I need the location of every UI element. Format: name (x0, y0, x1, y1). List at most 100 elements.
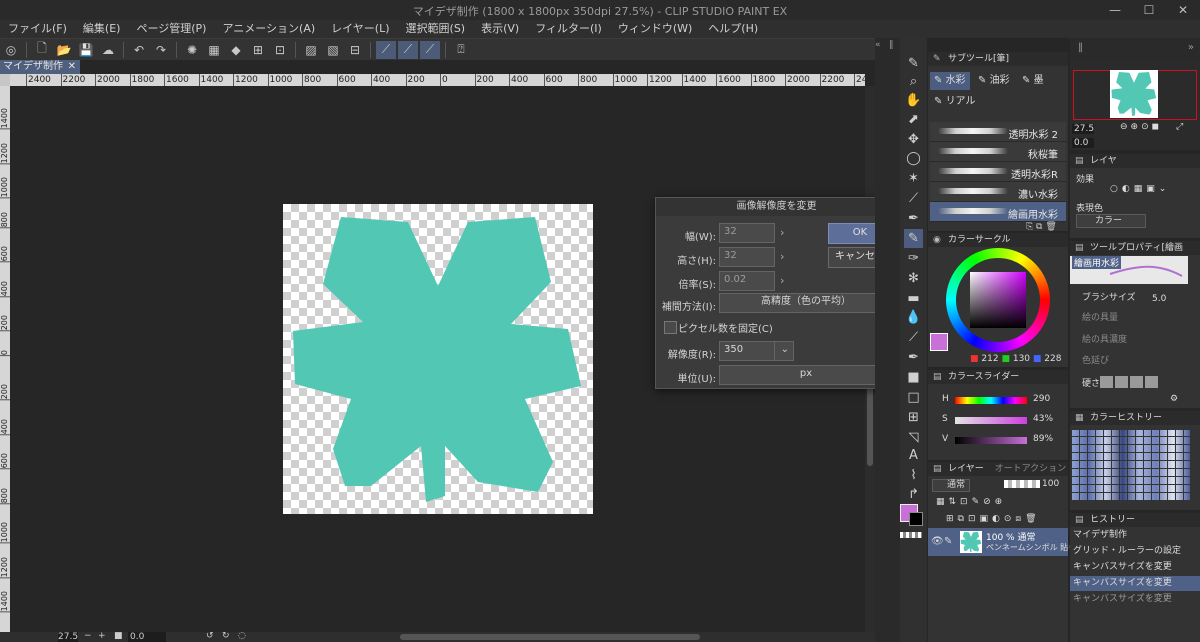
history-item[interactable]: キャンバスサイズを変更 (1070, 576, 1200, 591)
airbrush-icon[interactable]: ✑ (904, 249, 923, 268)
blend-icon[interactable]: 💧 (904, 308, 923, 327)
tab-oil[interactable]: ✎ 油彩 (974, 72, 1014, 90)
height-link-icon[interactable]: › (780, 250, 784, 263)
nav-zoom-icons[interactable]: ⊖⊕⊙◼ (1120, 122, 1162, 132)
hand-tool-icon[interactable]: ✋ (904, 91, 923, 110)
hardness-slider[interactable] (1100, 376, 1160, 388)
figure-icon[interactable]: ■ (904, 368, 923, 387)
layer-tab[interactable]: レイヤー (948, 464, 984, 474)
blend-mode-select[interactable]: 通常 (932, 479, 970, 492)
open-folder-icon[interactable]: 📂 (54, 41, 74, 59)
value-slider[interactable] (955, 437, 1027, 444)
close-button[interactable]: ✕ (1166, 0, 1200, 20)
snap-ruler-icon[interactable]: ⟋ (376, 40, 396, 59)
sub-color-swatch[interactable] (909, 512, 923, 526)
undo-icon[interactable]: ↶ (129, 41, 149, 59)
v-value[interactable]: 89% (1033, 434, 1053, 444)
brush-item[interactable]: 濃い水彩 (930, 182, 1066, 202)
menu-file[interactable]: ファイル(F) (0, 20, 75, 38)
nav-rotation-field[interactable]: 0.0 (1072, 138, 1094, 148)
brush-size-value[interactable]: 5.0 (1152, 294, 1166, 304)
scale-link-icon[interactable]: › (780, 274, 784, 287)
fit-icon[interactable]: ■ (114, 631, 123, 641)
decoration-icon[interactable]: ✻ (904, 269, 923, 288)
fix-pixels-checkbox[interactable] (664, 321, 677, 334)
menu-layer[interactable]: レイヤー(L) (323, 20, 397, 38)
pen-nib-icon[interactable]: ✎ (904, 54, 923, 73)
zoom-out-icon[interactable]: − (84, 631, 92, 641)
deselect-icon[interactable]: ▨ (301, 41, 321, 59)
clip-studio-icon[interactable]: ◎ (1, 41, 21, 59)
opacity-slider[interactable] (1004, 480, 1040, 488)
snap-grid-icon[interactable]: ⟋ (420, 40, 440, 59)
auto-action-tab[interactable]: オートアクション (995, 464, 1067, 474)
clear-outside-icon[interactable]: ▦ (204, 41, 224, 59)
menu-filter[interactable]: フィルター(I) (527, 20, 610, 38)
s-value[interactable]: 43% (1033, 414, 1053, 424)
gradient-icon[interactable]: ✒ (904, 348, 923, 367)
horizontal-scroll-thumb[interactable] (400, 634, 700, 640)
tab-ink[interactable]: ✎ 墨 (1018, 72, 1048, 90)
height-input[interactable]: 32 (719, 247, 775, 267)
color-history-swatches[interactable] (1072, 430, 1190, 500)
navigator-thumbnail[interactable] (1110, 70, 1158, 118)
layer-row[interactable]: 👁 ✎ 100 % 通常 ペンネームシンボル 貼り (928, 528, 1076, 556)
history-item[interactable]: マイデザ制作 (1070, 528, 1200, 543)
brush-item[interactable]: 秋桜筆 (930, 142, 1066, 162)
brush-item[interactable]: 透明水彩R (930, 162, 1066, 182)
visibility-icon[interactable]: 👁 (931, 536, 944, 547)
tool-property-wrench-icon[interactable]: ⚙ (1170, 394, 1178, 404)
resolution-input[interactable]: 350 (719, 341, 780, 361)
interpolation-select[interactable]: 高精度（色の平均） ⌄ (719, 293, 893, 313)
menu-edit[interactable]: 編集(E) (75, 20, 129, 38)
rotate-left-icon[interactable]: ↺ (206, 631, 214, 641)
zoom-tool-icon[interactable]: ⌕ (904, 72, 923, 91)
effect-icons[interactable]: ○◐▦▣⌄ (1110, 184, 1170, 194)
nav-zoom-field[interactable]: 27.5 (1072, 124, 1094, 134)
invert-selection-icon[interactable]: ▧ (323, 41, 343, 59)
redo-icon[interactable]: ↷ (151, 41, 171, 59)
transform-icon[interactable]: ⊡ (270, 41, 290, 59)
link-tool-icon[interactable]: ↱ (904, 485, 923, 504)
hue-slider[interactable] (955, 397, 1027, 404)
nav-fit-icon[interactable]: ⤢ (1176, 122, 1183, 132)
frame-icon[interactable]: □ (904, 388, 923, 407)
scale-input[interactable]: 0.02 (719, 271, 775, 291)
resolution-dropdown[interactable]: ⌄ (774, 341, 794, 361)
balloon-icon[interactable]: ◹ (904, 428, 923, 447)
saturation-slider[interactable] (955, 417, 1027, 424)
new-file-icon[interactable]: 🗋 (32, 41, 52, 59)
close-tab-icon[interactable]: ✕ (68, 60, 76, 74)
expand-icon[interactable]: » (1188, 42, 1194, 53)
saturation-value-square[interactable] (970, 272, 1026, 328)
operation-tool-icon[interactable]: ⬈ (904, 110, 923, 129)
upload-icon[interactable]: ☁ (98, 41, 118, 59)
brush-item[interactable]: 透明水彩 2 (930, 122, 1066, 142)
fill-icon[interactable]: ◆ (226, 41, 246, 59)
history-item[interactable]: キャンバスサイズを変更 (1070, 560, 1200, 575)
layer-action-icons[interactable]: ⊞⧉⊡▣◐⊙⧈🗑 (946, 514, 1041, 524)
menu-animation[interactable]: アニメーション(A) (214, 20, 323, 38)
reset-rotation-icon[interactable]: ◌ (238, 631, 246, 641)
canvas[interactable] (283, 204, 593, 514)
rotate-right-icon[interactable]: ↻ (222, 631, 230, 641)
menu-help[interactable]: ヘルプ(H) (700, 20, 766, 38)
text-tool-icon[interactable]: A (904, 446, 923, 465)
layer-property-tab[interactable]: レイヤ (1090, 156, 1117, 166)
brush-item[interactable]: 繪画用水彩 (930, 202, 1066, 222)
ruler-tool-icon[interactable]: ⊞ (904, 408, 923, 427)
fill-tool-icon[interactable]: ⟋ (904, 328, 923, 347)
correct-line-icon[interactable]: ⌇ (904, 466, 923, 485)
width-input[interactable]: 32 (719, 223, 775, 243)
unit-select[interactable]: px ⌄ (719, 365, 893, 385)
eyedropper-icon[interactable]: ⟋ (904, 189, 923, 208)
minimize-button[interactable]: — (1098, 0, 1132, 20)
zoom-in-icon[interactable]: + (98, 631, 106, 641)
menu-view[interactable]: 表示(V) (473, 20, 527, 38)
history-item[interactable]: キャンバスサイズを変更 (1070, 592, 1200, 607)
h-value[interactable]: 290 (1033, 394, 1050, 404)
menu-page[interactable]: ページ管理(P) (128, 20, 214, 38)
tab-watercolor[interactable]: ✎ 水彩 (930, 72, 970, 90)
magnify-icon[interactable]: ⊞ (248, 41, 268, 59)
help-icon[interactable]: ⍰ (451, 41, 471, 59)
